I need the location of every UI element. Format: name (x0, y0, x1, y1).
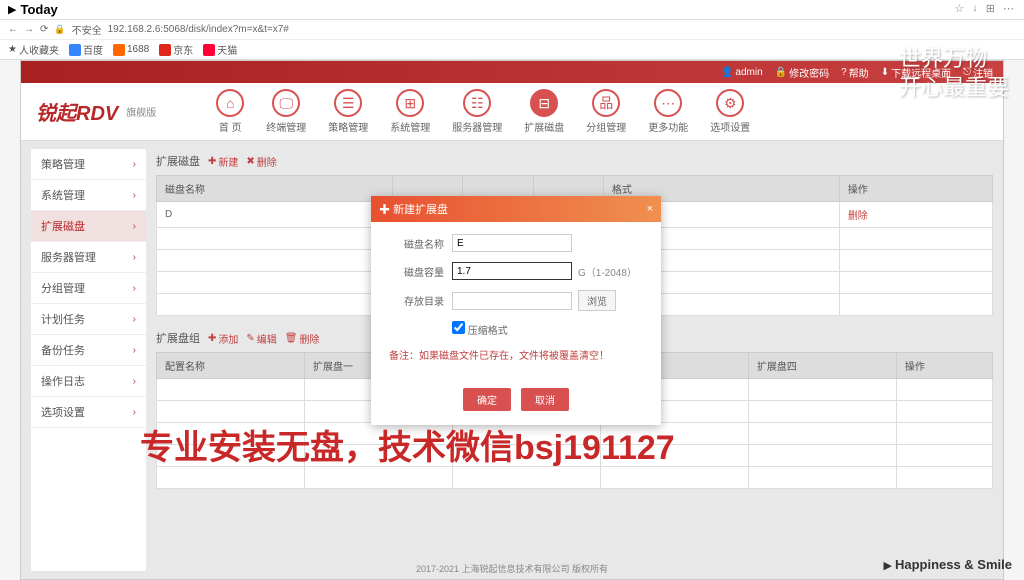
del-button[interactable]: ✖删除 (246, 154, 276, 169)
disk-name-label: 磁盘名称 (389, 236, 444, 251)
download-link[interactable]: ⬇下载远程桌面 (881, 65, 951, 80)
user-link[interactable]: 👤admin (721, 67, 763, 78)
gear-icon: ⚙ (716, 89, 744, 117)
sidebar-item-disk[interactable]: 扩展磁盘› (31, 211, 146, 242)
section1-title: 扩展磁盘 (156, 153, 200, 169)
ok-button[interactable]: 确定 (463, 388, 511, 411)
bookmark-fav[interactable]: ★人收藏夹 (8, 42, 59, 57)
warning-text: 备注：如果磁盘文件已存在，文件将被覆盖清空！ (389, 347, 643, 362)
happiness-bar: ▶Happiness & Smile (883, 557, 1012, 572)
logo-sub: 旗舰版 (126, 104, 156, 119)
help-link[interactable]: ?帮助 (841, 65, 869, 80)
bookmark-jd[interactable]: 京东 (159, 42, 193, 57)
close-icon[interactable]: × (647, 203, 653, 215)
nav-more[interactable]: ⋯更多功能 (648, 89, 688, 134)
sidebar-item-policy[interactable]: 策略管理› (31, 149, 146, 180)
monitor-icon: 🖵 (272, 89, 300, 117)
list-icon: ☰ (334, 89, 362, 117)
add2-button[interactable]: ✚添加 (208, 331, 238, 346)
header: 锐起RDV 旗舰版 ⌂首 页 🖵终端管理 ☰策略管理 ⊞系统管理 ☷服务器管理 … (21, 83, 1003, 141)
sidebar-item-opt[interactable]: 选项设置› (31, 397, 146, 428)
edit-button[interactable]: ✎编辑 (246, 331, 276, 346)
home-icon: ⌂ (216, 89, 244, 117)
sidebar: 策略管理› 系统管理› 扩展磁盘› 服务器管理› 分组管理› 计划任务› 备份任… (31, 149, 146, 571)
section2-title: 扩展盘组 (156, 330, 200, 346)
disk-icon: ⊟ (530, 89, 558, 117)
add-button[interactable]: ✚新建 (208, 154, 238, 169)
modal-title: ✚ 新建扩展盘 (379, 201, 448, 217)
today-bar: ▶Today (0, 0, 1024, 20)
disk-size-label: 磁盘容量 (389, 264, 444, 279)
compress-checkbox[interactable]: 压缩格式 (452, 326, 508, 337)
nav-system[interactable]: ⊞系统管理 (390, 89, 430, 134)
security-label: 不安全 (72, 22, 102, 37)
url-text[interactable]: 192.168.2.6:5068/disk/index?m=x&t=x7# (108, 24, 289, 35)
nav-home[interactable]: ⌂首 页 (216, 89, 244, 134)
nav-server[interactable]: ☷服务器管理 (452, 89, 502, 134)
more-icon: ⋯ (654, 89, 682, 117)
top-banner: 👤admin 🔒修改密码 ?帮助 ⬇下载远程桌面 ⎋注销 (21, 61, 1003, 83)
logout-link[interactable]: ⎋注销 (963, 65, 993, 80)
sidebar-item-backup[interactable]: 备份任务› (31, 335, 146, 366)
nav-terminal[interactable]: 🖵终端管理 (266, 89, 306, 134)
del2-button[interactable]: 🗑删除 (285, 331, 320, 346)
size-hint: G（1-2048） (578, 264, 637, 279)
nav: ⌂首 页 🖵终端管理 ☰策略管理 ⊞系统管理 ☷服务器管理 ⊟扩展磁盘 品分组管… (216, 89, 750, 134)
bookmark-baidu[interactable]: 百度 (69, 42, 103, 57)
nav-policy[interactable]: ☰策略管理 (328, 89, 368, 134)
lock-icon: 🔒 (54, 24, 65, 35)
browse-button[interactable]: 浏览 (578, 290, 616, 311)
browser-controls: ☆↓⊞⋯ (954, 2, 1014, 15)
sidebar-item-plan[interactable]: 计划任务› (31, 304, 146, 335)
disk-size-input[interactable] (452, 262, 572, 280)
nav-group[interactable]: 品分组管理 (586, 89, 626, 134)
copyright: 2017-2021 上海锐起信息技术有限公司 版权所有 (21, 562, 1003, 575)
disk-path-input[interactable] (452, 292, 572, 310)
sidebar-item-system[interactable]: 系统管理› (31, 180, 146, 211)
cancel-button[interactable]: 取消 (521, 388, 569, 411)
logo: 锐起RDV (36, 97, 118, 126)
bookmark-tmall[interactable]: 天猫 (203, 42, 237, 57)
sidebar-item-group[interactable]: 分组管理› (31, 273, 146, 304)
modify-pwd-link[interactable]: 🔒修改密码 (775, 65, 829, 80)
tree-icon: 品 (592, 89, 620, 117)
nav-options[interactable]: ⚙选项设置 (710, 89, 750, 134)
nav-disk[interactable]: ⊟扩展磁盘 (524, 89, 564, 134)
bookmark-1688[interactable]: 1688 (113, 44, 149, 56)
sidebar-item-log[interactable]: 操作日志› (31, 366, 146, 397)
address-bar: ←→⟳ 🔒 不安全 192.168.2.6:5068/disk/index?m=… (0, 20, 1024, 40)
disk-name-input[interactable] (452, 234, 572, 252)
sidebar-item-server[interactable]: 服务器管理› (31, 242, 146, 273)
disk-path-label: 存放目录 (389, 293, 444, 308)
bookmarks-bar: ★人收藏夹 百度 1688 京东 天猫 (0, 40, 1024, 60)
app-frame: 👤admin 🔒修改密码 ?帮助 ⬇下载远程桌面 ⎋注销 锐起RDV 旗舰版 ⌂… (20, 60, 1004, 580)
modal-new-disk: ✚ 新建扩展盘 × 磁盘名称 磁盘容量 G（1-2048） 存放目录 浏览 压缩格式… (371, 196, 661, 425)
server-icon: ☷ (463, 89, 491, 117)
grid-icon: ⊞ (396, 89, 424, 117)
